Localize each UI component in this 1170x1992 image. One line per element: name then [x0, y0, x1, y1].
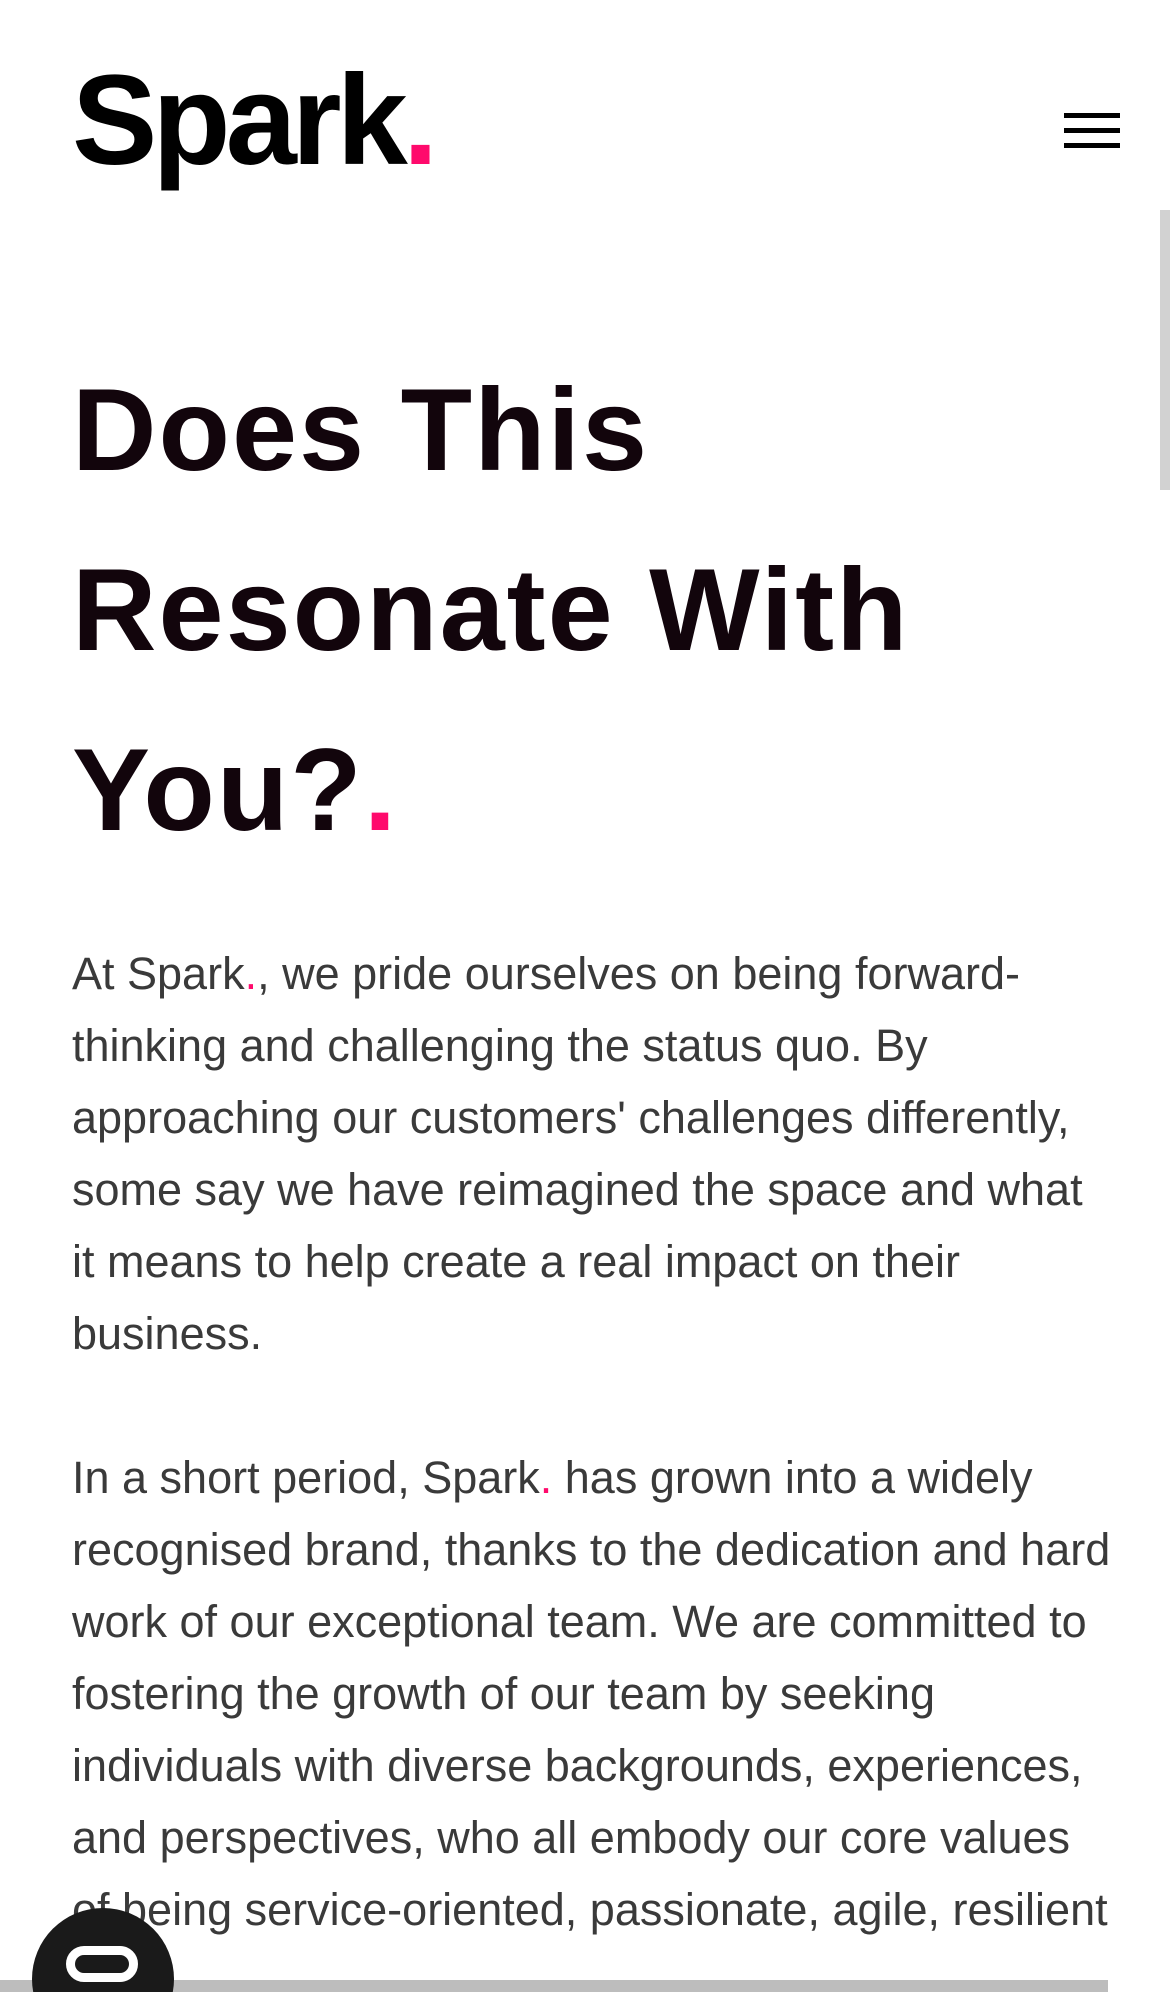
page-title-line-1: Does This: [72, 364, 650, 495]
intro-content: At Spark., we pride ourselves on being f…: [72, 938, 1112, 1992]
hamburger-menu-icon: [1064, 113, 1120, 118]
page: Spark. Does This Resonate With You?. At …: [0, 0, 1170, 1992]
scrollbar[interactable]: [1160, 210, 1170, 1992]
paragraph-1-intro: At Spark: [72, 948, 245, 999]
hamburger-menu-icon-bar: [1064, 128, 1120, 133]
logo[interactable]: Spark.: [72, 46, 438, 196]
intro-paragraph-2: In a short period, Spark. has grown into…: [72, 1442, 1112, 1946]
logo-dot: .: [402, 49, 438, 192]
page-title-dot: .: [363, 724, 399, 855]
paragraph-2-intro: In a short period, Spark: [72, 1452, 540, 1503]
page-title-line-3: You?: [72, 724, 364, 855]
menu-button[interactable]: [1058, 108, 1120, 156]
hamburger-menu-icon-bar: [1064, 143, 1120, 148]
logo-text: Spark: [72, 49, 408, 192]
paragraph-2-dot: .: [539, 1452, 553, 1503]
site-header: Spark.: [0, 0, 1170, 200]
paragraph-1-dot: .: [244, 948, 258, 999]
chat-toggle-icon: [66, 1946, 138, 1982]
page-title-line-2: Resonate With: [72, 544, 910, 675]
scrollbar-thumb[interactable]: [1160, 210, 1170, 490]
paragraph-2-text: has grown into a widely recognised brand…: [72, 1452, 1111, 1935]
intro-paragraph-1: At Spark., we pride ourselves on being f…: [72, 938, 1112, 1370]
paragraph-1-text: , we pride ourselves on being forward-th…: [72, 948, 1083, 1359]
page-title: Does This Resonate With You?.: [72, 340, 1072, 880]
